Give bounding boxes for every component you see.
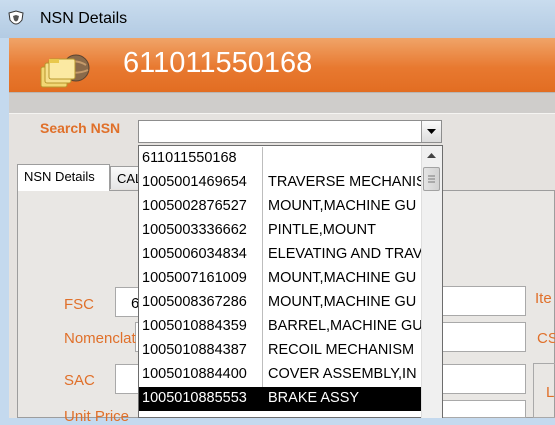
option-nsn-code: 1005008367286: [142, 294, 247, 310]
option-nsn-code: 1005003336662: [142, 222, 247, 238]
option-nsn-code: 1005001469654: [142, 174, 247, 190]
option-nsn-code: 1005010884359: [142, 318, 247, 334]
option-nsn-code: 1005007161009: [142, 270, 247, 286]
dropdown-option[interactable]: 1005007161009 MOUNT,MACHINE GU: [139, 267, 423, 291]
dropdown-option[interactable]: 1005010885553 BRAKE ASSY: [139, 387, 423, 411]
option-nsn-code: 1005002876527: [142, 198, 247, 214]
option-nsn-code: 1005010884400: [142, 366, 247, 382]
dropdown-option[interactable]: 1005003336662 PINTLE,MOUNT: [139, 219, 423, 243]
dropdown-option[interactable]: 1005008367286 MOUNT,MACHINE GU: [139, 291, 423, 315]
option-nsn-code: 1005006034834: [142, 246, 247, 262]
option-nsn-code: 1005010884387: [142, 342, 247, 358]
option-description: PINTLE,MOUNT: [262, 219, 422, 243]
grip-icon: [428, 175, 435, 183]
dropdown-arrow-button[interactable]: [421, 121, 441, 142]
nsn-heading: 611011550168: [123, 47, 313, 79]
option-description: MOUNT,MACHINE GU: [262, 195, 422, 219]
option-description: COVER ASSEMBLY,IN: [262, 363, 422, 387]
chevron-up-icon: [427, 153, 436, 158]
option-description: ELEVATING AND TRAV: [262, 243, 422, 267]
separator-band: [9, 92, 555, 114]
option-description: RECOIL MECHANISM: [262, 339, 422, 363]
option-nsn-code: 1005010885553: [142, 390, 247, 406]
scroll-thumb[interactable]: [423, 167, 440, 191]
dropdown-option[interactable]: 611011550168: [139, 147, 423, 171]
search-nsn-label: Search NSN: [40, 120, 121, 136]
fsc-label: FSC: [64, 296, 94, 313]
chevron-down-icon: [427, 129, 436, 134]
dropdown-option[interactable]: 1005002876527 MOUNT,MACHINE GU: [139, 195, 423, 219]
dropdown-option[interactable]: 1005010884387 RECOIL MECHANISM: [139, 339, 423, 363]
folders-globe-icon: [36, 51, 94, 97]
scroll-up-button[interactable]: [421, 146, 442, 166]
option-description: BARREL,MACHINE GU: [262, 315, 422, 339]
sac-label: SAC: [64, 372, 95, 389]
dropdown-option[interactable]: 1005006034834 ELEVATING AND TRAV: [139, 243, 423, 267]
option-description: TRAVERSE MECHANIS: [262, 171, 422, 195]
search-nsn-combobox[interactable]: [138, 120, 442, 143]
l-label: L: [546, 384, 555, 401]
window-title: NSN Details: [40, 10, 128, 27]
item-label: Ite: [535, 290, 552, 307]
tab-nsn-details[interactable]: NSN Details: [17, 164, 110, 191]
option-description: MOUNT,MACHINE GU: [262, 267, 422, 291]
dropdown-option[interactable]: 1005010884359 BARREL,MACHINE GU: [139, 315, 423, 339]
app-icon: [6, 9, 26, 29]
nsn-dropdown-list[interactable]: 611011550168 1005001469654 TRAVERSE MECHAN…: [138, 145, 443, 418]
cs-label: CS: [537, 330, 555, 347]
option-description: [262, 147, 422, 171]
dropdown-option[interactable]: 1005010884400 COVER ASSEMBLY,IN: [139, 363, 423, 387]
option-description: BRAKE ASSY: [262, 387, 422, 411]
option-nsn-code: 611011550168: [142, 150, 237, 166]
dropdown-option[interactable]: 1005001469654 TRAVERSE MECHANIS: [139, 171, 423, 195]
unit-price-label: Unit Price: [64, 408, 130, 425]
option-description: MOUNT,MACHINE GU: [262, 291, 422, 315]
nomenclature-label: Nomenclat: [64, 330, 136, 347]
